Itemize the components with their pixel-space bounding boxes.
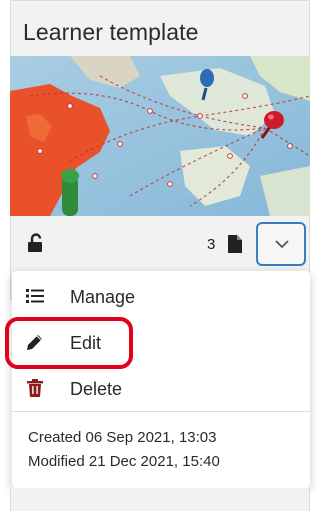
- options-toggle-button[interactable]: [256, 222, 306, 266]
- menu-divider: [12, 411, 310, 412]
- page-count: 3: [207, 236, 216, 253]
- card-footer: 3: [10, 216, 310, 272]
- menu-item-delete[interactable]: Delete: [12, 367, 310, 411]
- menu-item-edit[interactable]: Edit: [12, 321, 310, 365]
- chevron-down-icon: [275, 240, 289, 249]
- created-date: Created 06 Sep 2021, 13:03: [28, 429, 217, 446]
- menu-item-manage[interactable]: Manage: [12, 275, 310, 319]
- pencil-icon: [27, 335, 42, 350]
- modified-date: Modified 21 Dec 2021, 15:40: [28, 453, 220, 470]
- card-title: Learner template: [23, 19, 199, 45]
- template-metadata: Created 06 Sep 2021, 13:03 Modified 21 D…: [28, 426, 220, 474]
- options-dropdown-menu: Manage Edit Delete Created 06 Sep 2021, …: [5, 271, 310, 488]
- menu-item-label: Edit: [70, 333, 102, 353]
- template-thumbnail[interactable]: [10, 56, 310, 216]
- card-bottom-edge: [10, 488, 310, 511]
- menu-item-label: Delete: [70, 379, 123, 399]
- file-icon: [228, 235, 242, 253]
- menu-item-label: Manage: [70, 287, 136, 307]
- unlock-icon: [28, 233, 42, 252]
- list-icon: [26, 289, 44, 303]
- trash-icon: [27, 379, 43, 397]
- map-image: [10, 56, 310, 216]
